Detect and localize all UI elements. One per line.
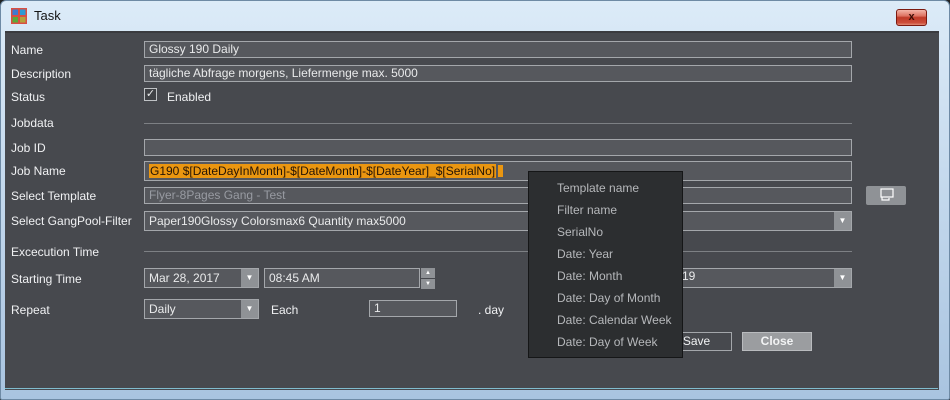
chevron-down-icon[interactable]: ▼	[241, 269, 258, 287]
job-id-input[interactable]	[144, 139, 852, 156]
spin-up-button[interactable]: ▲	[421, 268, 435, 278]
end-date-visible-text: 19	[682, 269, 695, 283]
interval-input[interactable]: 1	[369, 300, 457, 317]
enabled-checkbox-label: Enabled	[167, 89, 211, 105]
select-gangpool-filter-label: Select GangPool-Filter	[11, 213, 132, 229]
window-close-button[interactable]: x	[896, 9, 927, 26]
gangpool-filter-value: Paper190Glossy Colorsmax6 Quantity max50…	[149, 214, 406, 228]
execution-time-section-divider	[144, 251, 852, 252]
close-button[interactable]: Close	[742, 332, 812, 351]
arrow-up-icon: ▲	[425, 270, 431, 276]
titlebar[interactable]: Task x	[1, 1, 949, 31]
context-menu-item-filter-name[interactable]: Filter name	[529, 199, 682, 221]
gangpool-filter-select[interactable]: Paper190Glossy Colorsmax6 Quantity max50…	[144, 211, 852, 231]
name-label: Name	[11, 42, 43, 58]
browse-template-button[interactable]	[866, 186, 906, 205]
end-date-select[interactable]: 19 ▼	[677, 268, 852, 288]
context-menu-item-date-day-of-month[interactable]: Date: Day of Month	[529, 287, 682, 309]
window-title: Task	[34, 8, 61, 23]
name-input[interactable]: Glossy 190 Daily	[144, 41, 852, 58]
jobdata-section-label: Jobdata	[11, 115, 54, 131]
context-menu-item-date-month[interactable]: Date: Month	[529, 265, 682, 287]
context-menu-item-date-calendar-week[interactable]: Date: Calendar Week	[529, 309, 682, 331]
each-label: Each	[271, 302, 298, 318]
start-date-select[interactable]: Mar 28, 2017 ▼	[144, 268, 259, 288]
checkmark-icon: ✓	[146, 89, 155, 100]
close-icon: x	[908, 12, 914, 23]
repeat-label: Repeat	[11, 302, 50, 318]
job-id-label: Job ID	[11, 140, 46, 156]
task-dialog-window: Task x Name Glossy 190 Daily Description…	[0, 0, 950, 400]
start-time-input[interactable]: 08:45 AM	[264, 268, 420, 288]
selection-caret-nub	[498, 165, 503, 177]
time-spinner: ▲ ▼	[421, 268, 435, 289]
context-menu-item-serialno[interactable]: SerialNo	[529, 221, 682, 243]
select-template-label: Select Template	[11, 188, 96, 204]
enabled-checkbox[interactable]: ✓	[144, 88, 157, 101]
start-date-value: Mar 28, 2017	[149, 271, 220, 285]
monitor-icon	[875, 187, 897, 204]
day-unit-label: . day	[478, 302, 504, 318]
select-template-input[interactable]: Flyer-8Pages Gang - Test	[144, 187, 852, 204]
jobdata-section-divider	[144, 123, 852, 124]
chevron-down-icon[interactable]: ▼	[834, 212, 851, 230]
app-icon	[11, 8, 27, 24]
chevron-down-icon[interactable]: ▼	[241, 300, 258, 318]
job-name-label: Job Name	[11, 163, 66, 179]
context-menu-item-date-day-of-week[interactable]: Date: Day of Week	[529, 331, 682, 353]
repeat-select[interactable]: Daily ▼	[144, 299, 259, 319]
context-menu-item-date-year[interactable]: Date: Year	[529, 243, 682, 265]
execution-time-section-label: Excecution Time	[11, 244, 99, 260]
context-menu-item-template-name[interactable]: Template name	[529, 177, 682, 199]
description-label: Description	[11, 66, 71, 82]
context-menu: Template name Filter name SerialNo Date:…	[528, 171, 683, 358]
description-input[interactable]: tägliche Abfrage morgens, Liefermenge ma…	[144, 65, 852, 82]
job-name-selected-text: G190 $[DateDayInMonth]-$[DateMonth]-$[Da…	[149, 164, 496, 178]
repeat-value: Daily	[149, 302, 176, 316]
status-label: Status	[11, 89, 45, 105]
starting-time-label: Starting Time	[11, 271, 82, 287]
arrow-down-icon: ▼	[425, 281, 431, 287]
bottom-edge-highlight	[4, 388, 938, 389]
spin-down-button[interactable]: ▼	[421, 279, 435, 289]
job-name-input[interactable]: G190 $[DateDayInMonth]-$[DateMonth]-$[Da…	[144, 161, 852, 181]
chevron-down-icon[interactable]: ▼	[834, 269, 851, 287]
